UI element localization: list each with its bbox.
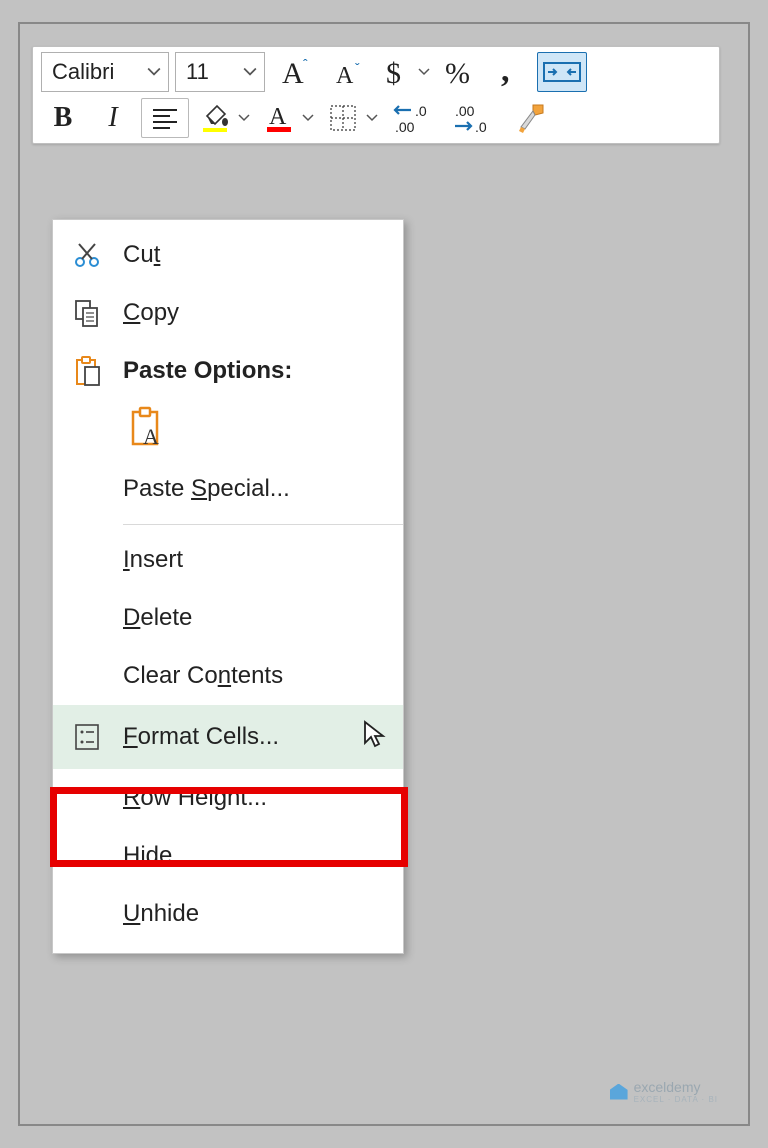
- context-menu: Cut Copy: [52, 219, 404, 954]
- merge-center-button[interactable]: [537, 52, 587, 92]
- menu-item-delete[interactable]: Delete: [53, 589, 403, 647]
- font-name-value: Calibri: [52, 59, 114, 85]
- menu-label: Insert: [123, 546, 387, 574]
- font-color-button[interactable]: A: [259, 98, 317, 138]
- menu-item-paste-special[interactable]: Paste Special...: [53, 460, 403, 518]
- italic-button[interactable]: I: [91, 98, 135, 138]
- fill-color-button[interactable]: [195, 98, 253, 138]
- bucket-icon: [199, 102, 231, 134]
- svg-text:A: A: [269, 104, 287, 130]
- menu-label: Paste Special...: [123, 475, 387, 503]
- increase-decimal-icon: .0 .00: [391, 102, 437, 134]
- percent-format-button[interactable]: %: [439, 52, 485, 92]
- chevron-down-icon: [242, 64, 258, 80]
- svg-text:.0: .0: [415, 103, 427, 119]
- chevron-down-icon[interactable]: [363, 98, 381, 138]
- decrease-decimal-icon: .00 .0: [451, 102, 497, 134]
- scissors-icon: [67, 241, 107, 269]
- screenshot-canvas: Calibri 11 A ˆ A ˇ: [18, 22, 750, 1126]
- format-cells-icon: [67, 723, 107, 751]
- chevron-down-icon[interactable]: [299, 98, 317, 138]
- watermark: exceldemy EXCEL · DATA · BI: [610, 1079, 718, 1104]
- chevron-down-icon: [146, 64, 162, 80]
- menu-item-row-height[interactable]: Row Height...: [53, 769, 403, 827]
- increase-decimal-button[interactable]: .0 .00: [387, 98, 441, 138]
- menu-label: Row Height...: [123, 784, 387, 812]
- font-size-dropdown[interactable]: 11: [175, 52, 265, 92]
- menu-label: Unhide: [123, 900, 387, 928]
- svg-text:ˆ: ˆ: [303, 56, 308, 72]
- copy-icon: [67, 298, 107, 328]
- menu-item-paste-options: Paste Options:: [53, 342, 403, 400]
- menu-label: Format Cells...: [123, 723, 355, 751]
- decrease-font-size-button[interactable]: A ˇ: [325, 52, 373, 92]
- comma-format-button[interactable]: ,: [491, 52, 531, 92]
- align-button[interactable]: [141, 98, 189, 138]
- chevron-down-icon[interactable]: [415, 52, 433, 92]
- cursor-icon: [361, 719, 387, 756]
- paintbrush-icon: [513, 101, 549, 135]
- logo-icon: [610, 1084, 628, 1100]
- svg-text:A: A: [282, 57, 304, 89]
- svg-text:.0: .0: [475, 119, 487, 134]
- toolbar-row-1: Calibri 11 A ˆ A ˇ: [41, 52, 711, 92]
- svg-text:%: %: [445, 57, 470, 89]
- menu-label: Clear Contents: [123, 662, 387, 690]
- menu-item-copy[interactable]: Copy: [53, 284, 403, 342]
- paste-options-row: A: [53, 400, 403, 460]
- font-name-dropdown[interactable]: Calibri: [41, 52, 169, 92]
- mini-toolbar: Calibri 11 A ˆ A ˇ: [32, 46, 720, 144]
- menu-item-cut[interactable]: Cut: [53, 226, 403, 284]
- borders-button[interactable]: [323, 98, 381, 138]
- menu-separator: [123, 524, 403, 525]
- bold-button[interactable]: B: [41, 98, 85, 138]
- watermark-tag: EXCEL · DATA · BI: [634, 1095, 718, 1104]
- paste-keep-formatting-button[interactable]: A: [123, 404, 171, 452]
- menu-item-insert[interactable]: Insert: [53, 531, 403, 589]
- toolbar-row-2: B I: [41, 98, 711, 138]
- bold-icon: B: [54, 102, 73, 134]
- svg-text:$: $: [386, 57, 401, 89]
- svg-text:.00: .00: [455, 103, 475, 119]
- svg-text:A: A: [143, 424, 159, 449]
- menu-label: Cut: [123, 241, 387, 269]
- accounting-format-button[interactable]: $: [379, 52, 433, 92]
- menu-label: Copy: [123, 299, 387, 327]
- menu-item-unhide[interactable]: Unhide: [53, 885, 403, 943]
- svg-text:,: ,: [501, 55, 510, 89]
- font-size-value: 11: [186, 59, 209, 85]
- svg-text:ˇ: ˇ: [355, 60, 360, 76]
- chevron-down-icon[interactable]: [235, 98, 253, 138]
- clipboard-icon: [67, 355, 107, 387]
- menu-label: Hide: [123, 842, 387, 870]
- menu-label: Paste Options:: [123, 357, 387, 385]
- borders-icon: [328, 103, 358, 133]
- svg-text:.00: .00: [395, 119, 415, 134]
- menu-item-hide[interactable]: Hide: [53, 827, 403, 885]
- clipboard-a-icon: A: [127, 406, 167, 450]
- format-painter-button[interactable]: [507, 98, 555, 138]
- italic-icon: I: [108, 102, 117, 134]
- decrease-decimal-button[interactable]: .00 .0: [447, 98, 501, 138]
- align-icon: [150, 105, 180, 131]
- menu-item-format-cells[interactable]: Format Cells...: [53, 705, 403, 769]
- menu-label: Delete: [123, 604, 387, 632]
- font-color-icon: A: [263, 102, 295, 134]
- menu-item-clear-contents[interactable]: Clear Contents: [53, 647, 403, 705]
- increase-font-size-button[interactable]: A ˆ: [271, 52, 319, 92]
- watermark-brand: exceldemy: [634, 1079, 701, 1095]
- svg-text:A: A: [336, 63, 354, 89]
